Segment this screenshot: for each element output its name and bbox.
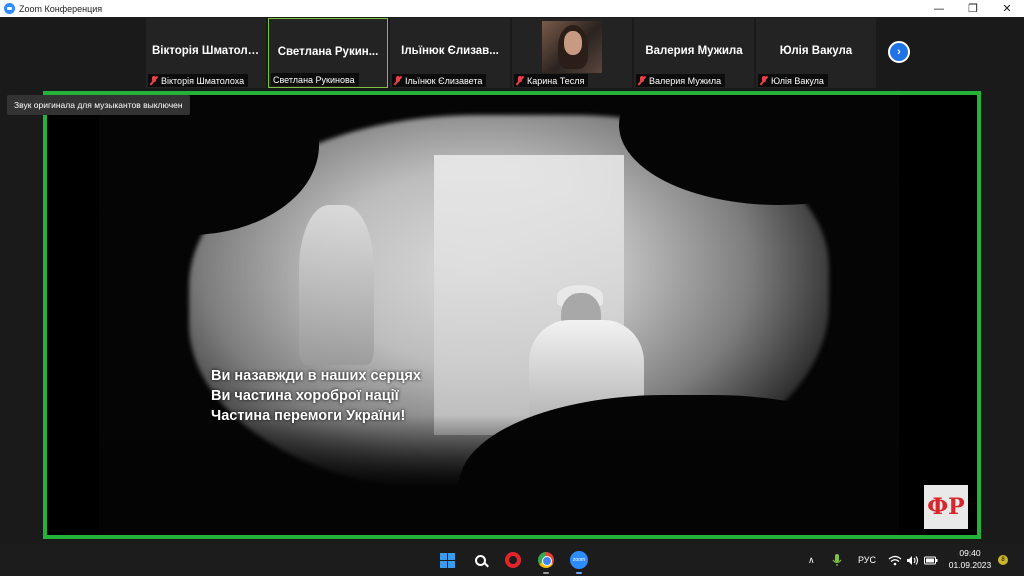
mic-muted-icon: [760, 76, 768, 85]
participant-name-label: Юлія Вакула: [758, 74, 828, 87]
participant-name: Юлія Вакула: [771, 75, 824, 86]
wifi-icon[interactable]: [888, 544, 902, 576]
participant-tile[interactable]: Карина Тесля: [512, 18, 632, 88]
mic-muted-icon: [394, 76, 402, 85]
notification-badge[interactable]: 8: [998, 555, 1008, 565]
participant-name-label: Карина Тесля: [514, 74, 589, 87]
participant-tile-active-speaker[interactable]: Светлана Рукин... Светлана Рукинова: [268, 18, 388, 88]
participant-name: Светлана Рукинова: [273, 74, 355, 85]
close-button[interactable]: ✕: [990, 0, 1024, 17]
clock-time: 09:40: [959, 548, 981, 558]
participant-gallery: Вікторія Шматоло... Вікторія Шматолоха С…: [0, 17, 1024, 93]
chrome-browser-icon[interactable]: [535, 549, 557, 574]
shared-video-frame: Ви назавжди в наших серцях Ви частина хо…: [99, 95, 899, 535]
channel-logo-text: ФР: [927, 494, 965, 520]
mic-muted-icon: [516, 76, 524, 85]
clock-date: 01.09.2023: [948, 560, 992, 570]
audio-notification: Звук оригинала для музыкантов выключен: [7, 95, 190, 115]
mic-muted-icon: [150, 76, 158, 85]
zoom-taskbar-icon[interactable]: zoom: [568, 549, 590, 574]
caption-line: Частина перемоги України!: [211, 408, 406, 424]
zoom-app-icon: [4, 3, 15, 14]
channel-logo: ФР: [924, 485, 968, 529]
window-controls: — ❐ ✕: [922, 0, 1024, 17]
windows-start-icon[interactable]: [436, 549, 458, 571]
window-title: Zoom Конференция: [19, 3, 103, 14]
participant-display-name: Вікторія Шматоло...: [152, 45, 265, 57]
minimize-button[interactable]: —: [922, 0, 956, 17]
participant-name: Карина Тесля: [527, 75, 585, 86]
taskbar: zoom ∧ РУС 09:40 01.09.2023 8: [0, 544, 1024, 576]
restore-button[interactable]: ❐: [956, 0, 990, 17]
title-bar: Zoom Конференция — ❐ ✕: [0, 0, 1024, 17]
video-caption: Ви назавжди в наших серцях Ви частина хо…: [211, 366, 421, 426]
participant-name-label: Светлана Рукинова: [271, 73, 359, 86]
participant-tile[interactable]: Валерия Мужила Валерия Мужила: [634, 18, 754, 88]
participant-photo: [542, 21, 602, 73]
shared-screen[interactable]: Ви назавжди в наших серцях Ви частина хо…: [43, 91, 981, 539]
participant-name: Валерия Мужила: [649, 75, 722, 86]
microphone-icon[interactable]: [832, 544, 842, 576]
participant-name-label: Вікторія Шматолоха: [148, 74, 249, 87]
participant-display-name: Ільїнюк Єлизав...: [401, 45, 499, 57]
next-page-chevron-icon[interactable]: ›: [888, 41, 910, 63]
system-clock[interactable]: 09:40 01.09.2023: [948, 547, 992, 571]
mic-muted-icon: [638, 76, 646, 85]
participant-name-label: Ільїнюк Єлизавета: [392, 74, 487, 87]
participant-display-name: Юлія Вакула: [779, 45, 853, 57]
participant-name: Ільїнюк Єлизавета: [405, 75, 483, 86]
search-icon[interactable]: [469, 549, 491, 571]
participant-display-name: Светлана Рукин...: [277, 46, 379, 58]
caption-line: Ви назавжди в наших серцях: [211, 368, 421, 384]
tray-overflow-chevron-icon[interactable]: ∧: [808, 544, 815, 576]
volume-icon[interactable]: [906, 544, 919, 576]
participant-tile[interactable]: Юлія Вакула Юлія Вакула: [756, 18, 876, 88]
opera-browser-icon[interactable]: [502, 549, 524, 571]
video-figure-left: [299, 205, 374, 365]
caption-line: Ви частина хороброї нації: [211, 388, 399, 404]
participant-display-name: Валерия Мужила: [645, 45, 743, 57]
participant-tile[interactable]: Вікторія Шматоло... Вікторія Шматолоха: [146, 18, 266, 88]
participant-name: Вікторія Шматолоха: [161, 75, 245, 86]
battery-icon[interactable]: [924, 544, 938, 576]
participant-name-label: Валерия Мужила: [636, 74, 726, 87]
participant-tile[interactable]: Ільїнюк Єлизав... Ільїнюк Єлизавета: [390, 18, 510, 88]
language-indicator[interactable]: РУС: [858, 544, 876, 576]
